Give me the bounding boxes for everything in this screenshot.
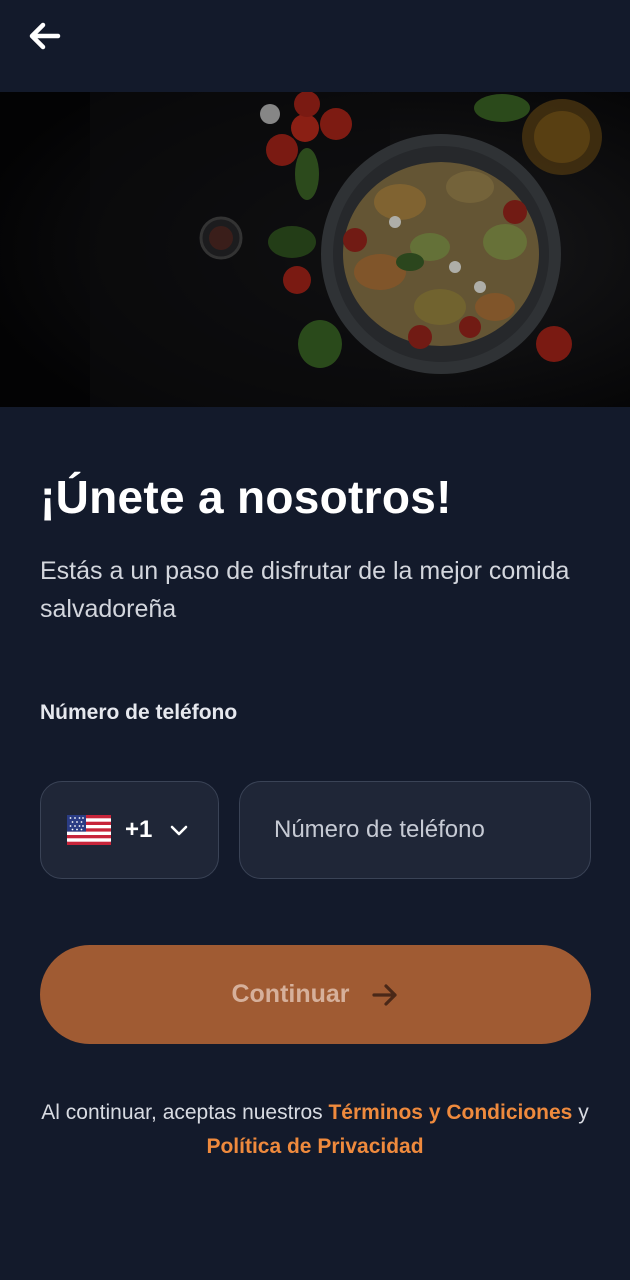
terms-conditions-link[interactable]: Términos y Condiciones: [328, 1101, 572, 1124]
phone-field-label: Número de teléfono: [40, 701, 238, 724]
hero-food-image: [0, 92, 630, 407]
signup-screen: ¡Únete a nosotros! Estás a un paso de di…: [0, 0, 630, 1280]
terms-prefix: Al continuar, aceptas nuestros: [41, 1101, 323, 1124]
top-bar: [0, 0, 630, 92]
us-flag-icon: [67, 815, 111, 845]
terms-notice: Al continuar, aceptas nuestros Términos …: [20, 1096, 610, 1164]
dial-code: +1: [125, 816, 153, 843]
terms-conjunction: y: [578, 1101, 589, 1124]
pasta-dish-illustration: [0, 92, 630, 407]
page-title: ¡Únete a nosotros!: [40, 471, 452, 523]
privacy-policy-link[interactable]: Política de Privacidad: [206, 1135, 423, 1158]
phone-number-input[interactable]: [239, 781, 591, 879]
continue-label: Continuar: [231, 980, 350, 1008]
chevron-down-icon: [171, 825, 188, 836]
arrow-left-icon: [29, 22, 61, 50]
continue-button[interactable]: Continuar: [40, 945, 591, 1044]
arrow-right-icon: [371, 983, 397, 1006]
page-subtitle: Estás a un paso de disfrutar de la mejor…: [40, 557, 570, 623]
back-button[interactable]: [20, 12, 68, 60]
country-code-select[interactable]: +1: [40, 781, 219, 879]
